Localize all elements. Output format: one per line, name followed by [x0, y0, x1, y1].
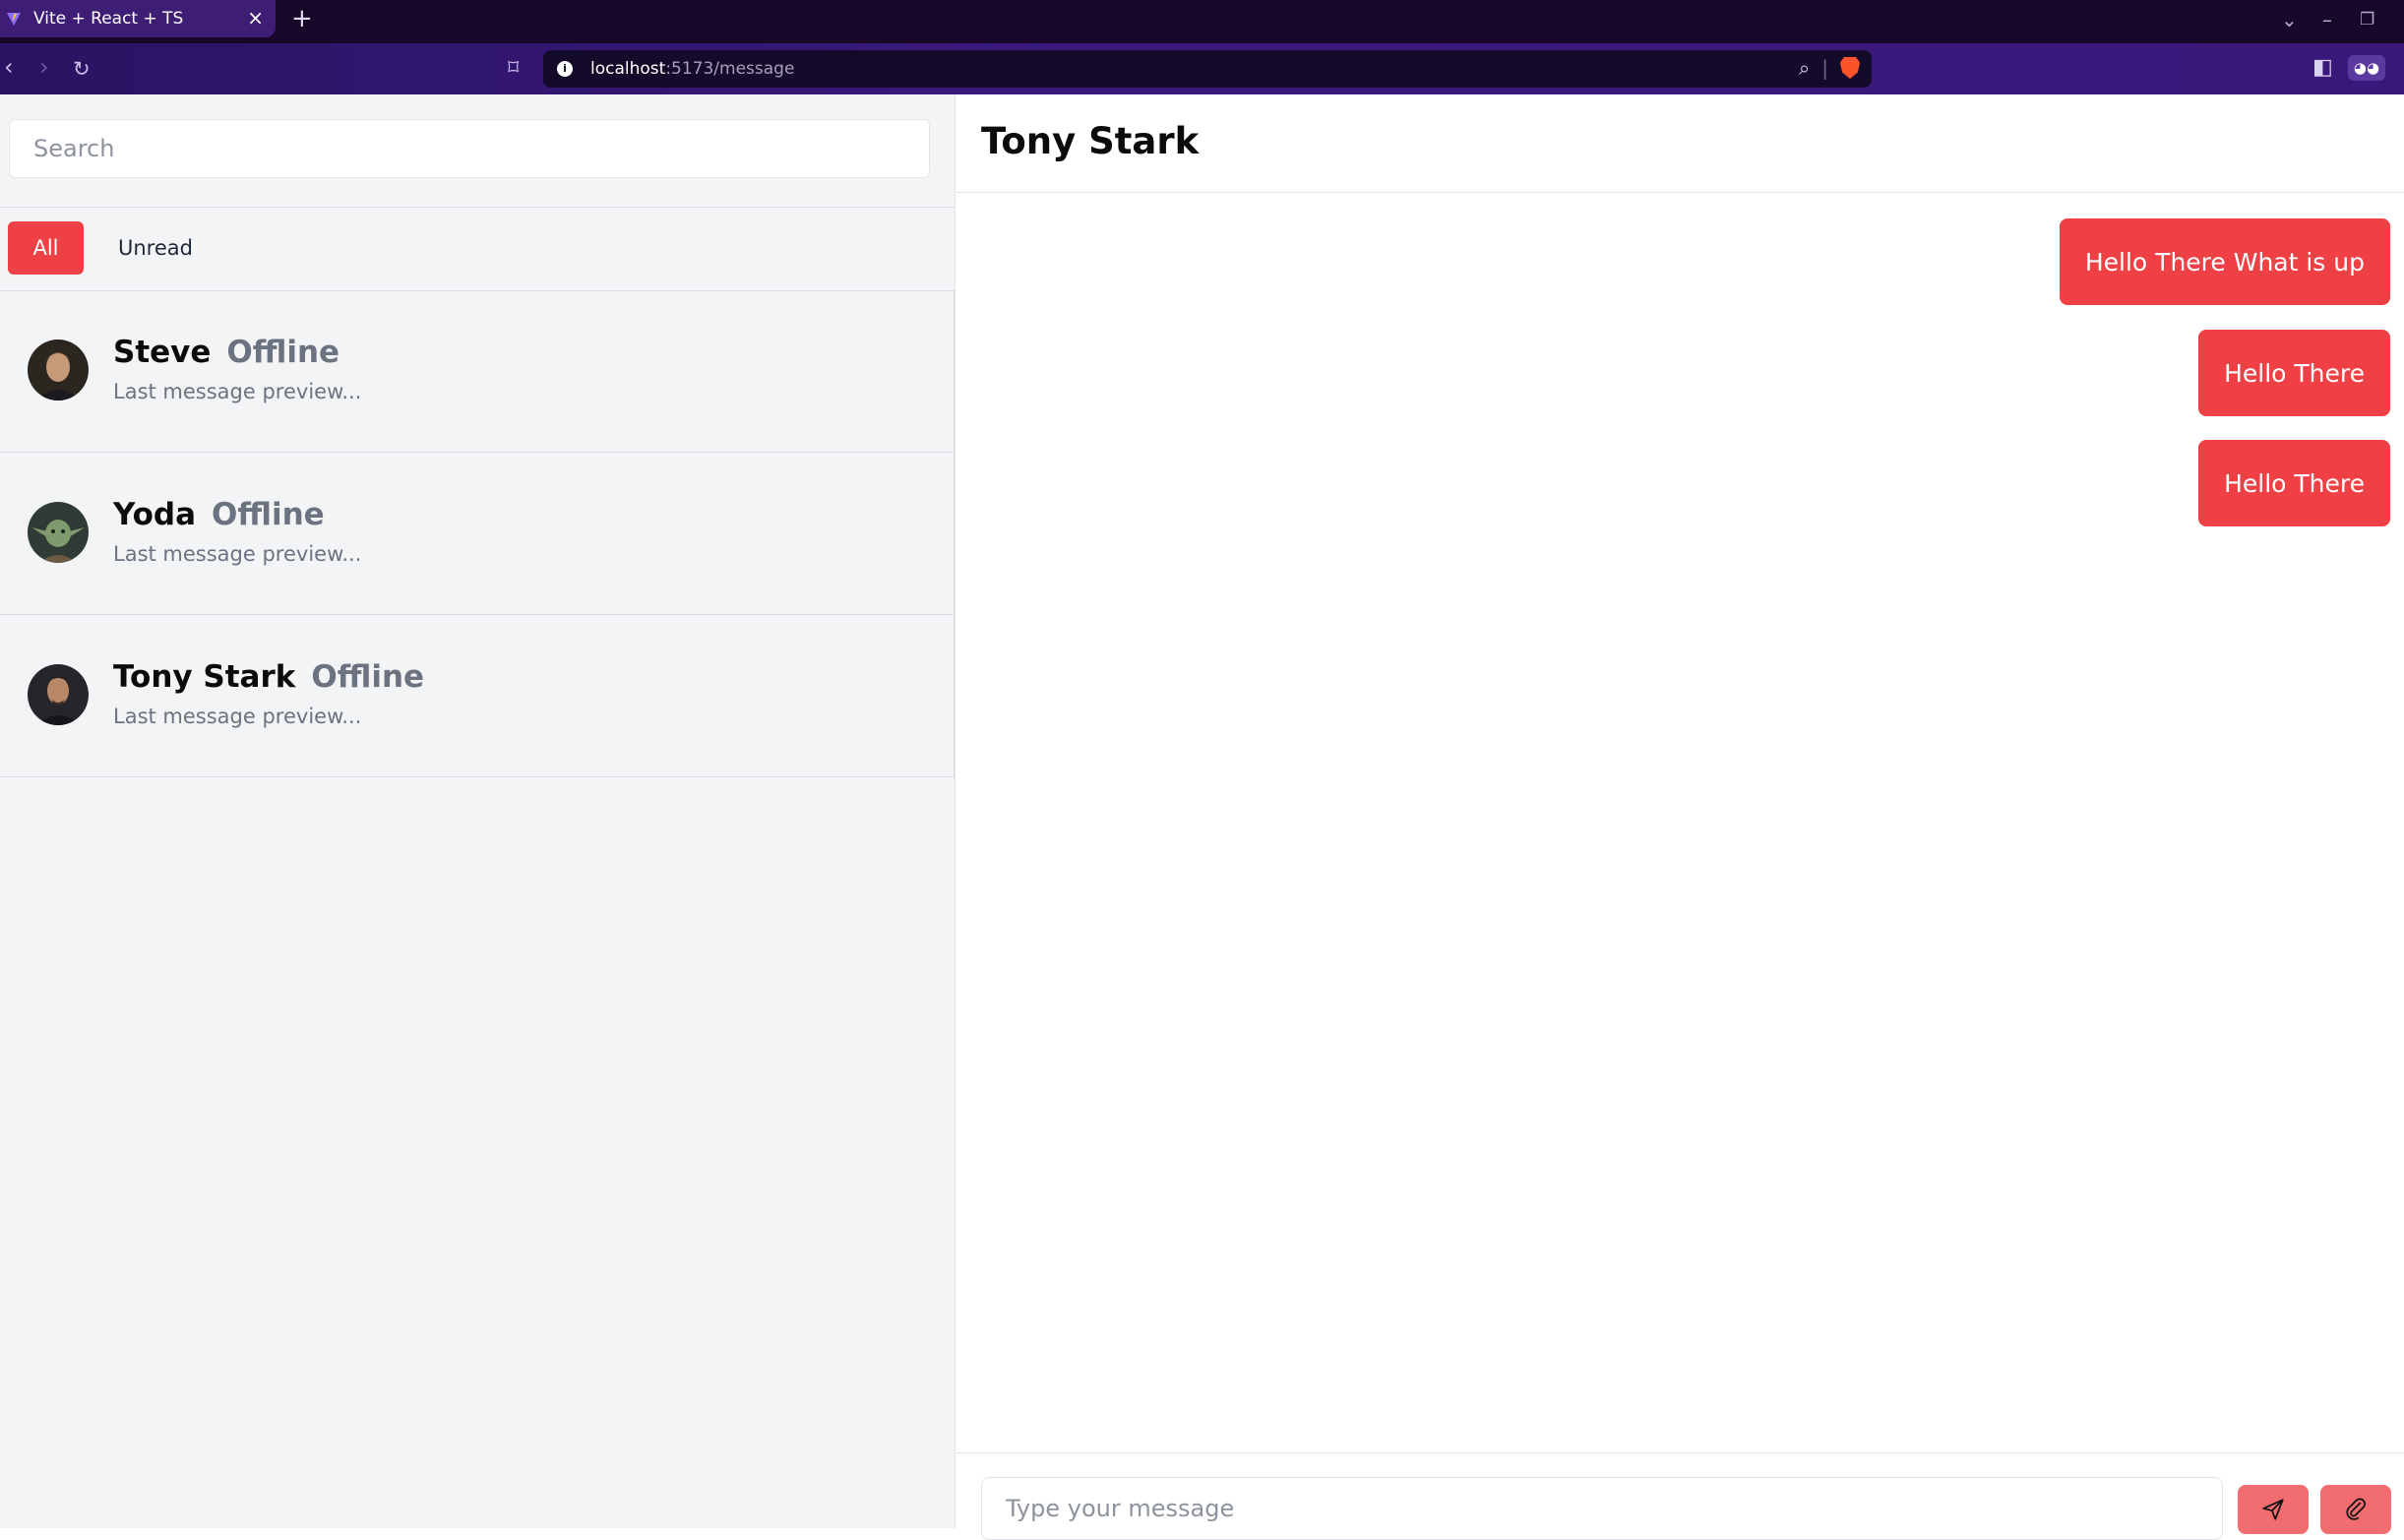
filter-tabs: All Unread [0, 209, 955, 291]
brave-shields-icon[interactable] [1840, 57, 1860, 79]
filter-unread-button[interactable]: Unread [106, 221, 205, 275]
browser-toolbar: ‹ › ↻ ⌑ i localhost:5173/message ⌕ | ◧ ◕… [0, 43, 2404, 94]
filter-all-button[interactable]: All [8, 221, 84, 275]
message-bubble-sent: Hello There [2198, 440, 2390, 526]
contact-name: Tony Stark [113, 659, 296, 695]
search-section [0, 94, 955, 208]
site-info-icon[interactable]: i [557, 61, 573, 77]
conversation-title: Tony Stark Offline [113, 659, 424, 695]
restore-window-icon[interactable]: ❐ [2360, 10, 2374, 30]
contact-name: Steve [113, 335, 212, 370]
conversation-title: Steve Offline [113, 335, 339, 370]
zoom-icon[interactable]: ⌕ [1799, 56, 1810, 80]
message-bubble-sent: Hello There [2198, 330, 2390, 416]
avatar [28, 664, 89, 725]
conversation-sidebar: All Unread Steve Offline Last message pr… [0, 94, 955, 1528]
yoda-avatar-image [28, 502, 89, 563]
steve-avatar-image [28, 339, 89, 400]
avatar [28, 502, 89, 563]
avatar [28, 339, 89, 400]
minimize-icon[interactable]: – [2322, 8, 2332, 31]
vite-logo-icon [7, 13, 21, 26]
address-bar[interactable]: i localhost:5173/message ⌕ | [543, 50, 1872, 88]
address-divider: | [1821, 56, 1828, 80]
chat-title: Tony Stark [981, 120, 1200, 162]
contact-status: Offline [311, 659, 425, 695]
reload-icon[interactable]: ↻ [73, 57, 91, 81]
back-arrow-icon[interactable]: ‹ [4, 55, 14, 79]
tony-stark-avatar-image [28, 664, 89, 725]
bookmark-icon[interactable]: ⌑ [508, 56, 519, 81]
contact-status: Offline [212, 497, 325, 532]
private-window-icon[interactable]: ◕◕ [2348, 55, 2385, 81]
new-tab-button[interactable]: + [291, 6, 313, 31]
chat-header: Tony Stark [956, 94, 2404, 193]
contact-name: Yoda [113, 497, 197, 532]
attach-button[interactable] [2320, 1485, 2391, 1534]
message-composer [956, 1452, 2404, 1540]
sidebar-toggle-icon[interactable]: ◧ [2312, 55, 2333, 80]
message-bubble-sent: Hello There What is up [2059, 218, 2390, 305]
url-text: localhost:5173/message [590, 59, 794, 79]
last-message-preview: Last message preview... [113, 705, 362, 728]
last-message-preview: Last message preview... [113, 380, 362, 403]
last-message-preview: Last message preview... [113, 542, 362, 566]
conversation-item-steve[interactable]: Steve Offline Last message preview... [0, 291, 955, 453]
browser-tab-active[interactable]: Vite + React + TS × [0, 0, 276, 37]
url-path: :5173/message [665, 59, 795, 79]
conversation-item-tony-stark[interactable]: Tony Stark Offline Last message preview.… [0, 616, 955, 777]
contact-status: Offline [226, 335, 340, 370]
tab-list-chevron-icon[interactable]: ⌄ [2281, 8, 2298, 31]
chat-panel: Tony Stark Hello There What is up Hello … [956, 94, 2404, 1540]
tab-title: Vite + React + TS [33, 9, 184, 29]
message-input[interactable] [981, 1477, 2223, 1540]
send-button[interactable] [2238, 1485, 2309, 1534]
browser-tab-bar: Vite + React + TS × + ⌄ – ❐ [0, 0, 2404, 43]
url-host: localhost [590, 59, 666, 79]
conversation-item-yoda[interactable]: Yoda Offline Last message preview... [0, 454, 955, 615]
address-bar-actions: ⌕ | [1799, 56, 1860, 80]
send-icon [2262, 1499, 2284, 1520]
conversation-title: Yoda Offline [113, 497, 325, 532]
search-input[interactable] [9, 119, 930, 178]
paperclip-icon [2346, 1498, 2366, 1520]
forward-arrow-icon[interactable]: › [39, 55, 49, 79]
tab-close-icon[interactable]: × [247, 8, 264, 28]
